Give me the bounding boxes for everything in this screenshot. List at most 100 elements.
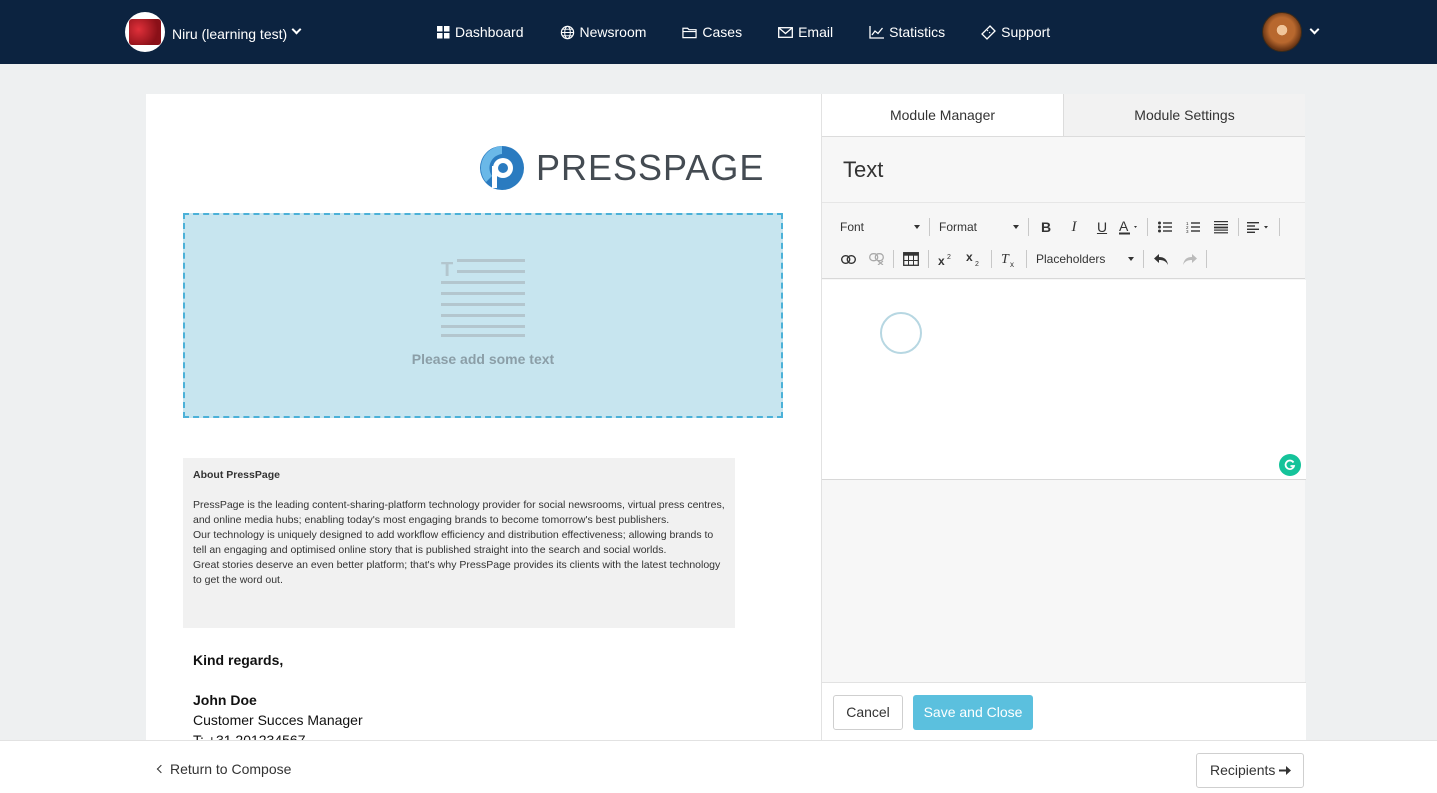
recipients-label: Recipients [1210,762,1276,778]
tab-module-settings[interactable]: Module Settings [1064,94,1305,136]
user-avatar [1262,12,1302,52]
main-nav: Dashboard Newsroom Cases Email Statistic… [437,0,1086,64]
about-section[interactable]: About PressPage PressPage is the leading… [183,458,735,628]
email-preview-canvas: PRESSPAGE T Please add some text About P… [146,94,821,740]
undo-icon [1153,253,1168,265]
text-editor-area[interactable] [822,280,1306,480]
grammarly-icon[interactable] [1279,454,1301,476]
envelope-icon [778,26,794,38]
redo-button[interactable] [1175,247,1203,271]
nav-item-newsroom[interactable]: Newsroom [560,24,647,40]
svg-text:x: x [1010,260,1014,267]
nav-item-statistics[interactable]: Statistics [869,24,945,40]
underline-button[interactable]: U [1088,215,1116,239]
bold-button[interactable]: B [1032,215,1060,239]
undo-button[interactable] [1147,247,1175,271]
text-color-icon: A [1119,219,1137,235]
panel-tabs: Module Manager Module Settings [822,94,1305,137]
signature-block[interactable]: Kind regards, John Doe Customer Succes M… [193,650,363,740]
about-paragraph: Our technology is uniquely designed to a… [193,529,714,556]
ticket-icon [981,24,997,40]
bullet-list-icon [1158,221,1172,233]
toolbar-separator [929,218,930,236]
line-chart-icon [869,25,885,39]
text-module-placeholder[interactable]: T Please add some text [183,213,783,418]
recipients-button[interactable]: Recipients [1196,753,1304,788]
subscript-icon: x2 [966,252,979,266]
module-panel: Module Manager Module Settings Text Font… [821,94,1306,740]
nav-item-email[interactable]: Email [778,24,833,40]
placeholders-select[interactable]: Placeholders [1030,252,1140,266]
nav-label: Cases [702,24,743,40]
numbered-list-button[interactable]: 123 [1179,215,1207,239]
chevron-left-icon [156,764,166,774]
svg-text:2: 2 [975,261,979,266]
nav-item-dashboard[interactable]: Dashboard [437,24,524,40]
bullet-list-button[interactable] [1151,215,1179,239]
superscript-icon: x2 [938,254,951,266]
nav-label: Newsroom [579,24,647,40]
toolbar-separator [893,250,894,268]
logo-wordmark: PRESSPAGE [536,147,765,188]
clear-format-icon: Tx [1001,252,1014,267]
svg-text:x: x [966,252,973,264]
return-to-compose-label: Return to Compose [170,761,292,777]
numbered-list-icon: 123 [1186,221,1200,233]
toolbar-separator [1026,250,1027,268]
loading-spinner [880,312,922,354]
nav-label: Email [798,24,834,40]
redo-icon [1182,253,1197,265]
align-button[interactable] [1242,215,1276,239]
nav-item-cases[interactable]: Cases [682,24,742,40]
italic-button[interactable]: I [1060,215,1088,239]
org-switcher[interactable]: Niru (learning test) [125,12,302,52]
superscript-button[interactable]: x2 [932,247,960,271]
toolbar-separator [1147,218,1148,236]
placeholders-select-label: Placeholders [1036,252,1106,266]
svg-text:3: 3 [1186,229,1189,233]
align-left-icon [1247,222,1268,233]
format-select[interactable]: Format [933,220,1025,234]
chevron-down-icon [1309,24,1320,34]
nav-item-support[interactable]: Support [981,24,1050,40]
toolbar-separator [928,250,929,268]
user-menu[interactable] [1262,12,1320,52]
toolbar-separator [1206,250,1207,268]
signature-closing: Kind regards, [193,652,284,668]
nav-label: Statistics [889,24,946,40]
save-and-close-button[interactable]: Save and Close [913,695,1033,730]
horizontal-rule-button[interactable] [1207,215,1235,239]
panel-title: Text [822,137,1305,203]
signature-phone: T: +31 201234567 [193,732,306,740]
unlink-button[interactable] [862,247,890,271]
editor-toolbar: Font Format B I U A 123 x 2 x 2 T x Plac… [822,203,1305,279]
subscript-button[interactable]: x2 [960,247,988,271]
placeholder-text: Please add some text [411,351,555,367]
org-name: Niru (learning test) [172,26,288,42]
svg-text:A: A [1119,219,1129,234]
toolbar-separator [1238,218,1239,236]
text-color-button[interactable]: A [1116,215,1144,239]
tab-module-manager[interactable]: Module Manager [822,94,1064,136]
arrow-right-icon [1279,766,1292,775]
presspage-logo: PRESSPAGE [478,144,764,192]
grid-icon [437,25,450,38]
svg-text:T: T [441,259,453,281]
folder-icon [682,27,698,38]
top-navbar: Niru (learning test) Dashboard Newsroom … [0,0,1437,64]
toolbar-separator [1028,218,1029,236]
bottom-action-bar: Return to Compose Recipients [0,740,1437,793]
return-to-compose-link[interactable]: Return to Compose [156,761,292,777]
font-select[interactable]: Font [834,220,926,234]
org-avatar [125,12,165,52]
link-button[interactable] [834,247,862,271]
about-paragraph: PressPage is the leading content-sharing… [193,499,725,526]
globe-icon [560,25,574,39]
table-button[interactable] [897,247,925,271]
presspage-logo-mark [480,146,524,190]
horizontal-rule-icon [1214,221,1228,234]
link-icon [840,254,856,264]
signature-name: John Doe [193,692,257,708]
clear-format-button[interactable]: Tx [995,247,1023,271]
cancel-button[interactable]: Cancel [833,695,903,730]
